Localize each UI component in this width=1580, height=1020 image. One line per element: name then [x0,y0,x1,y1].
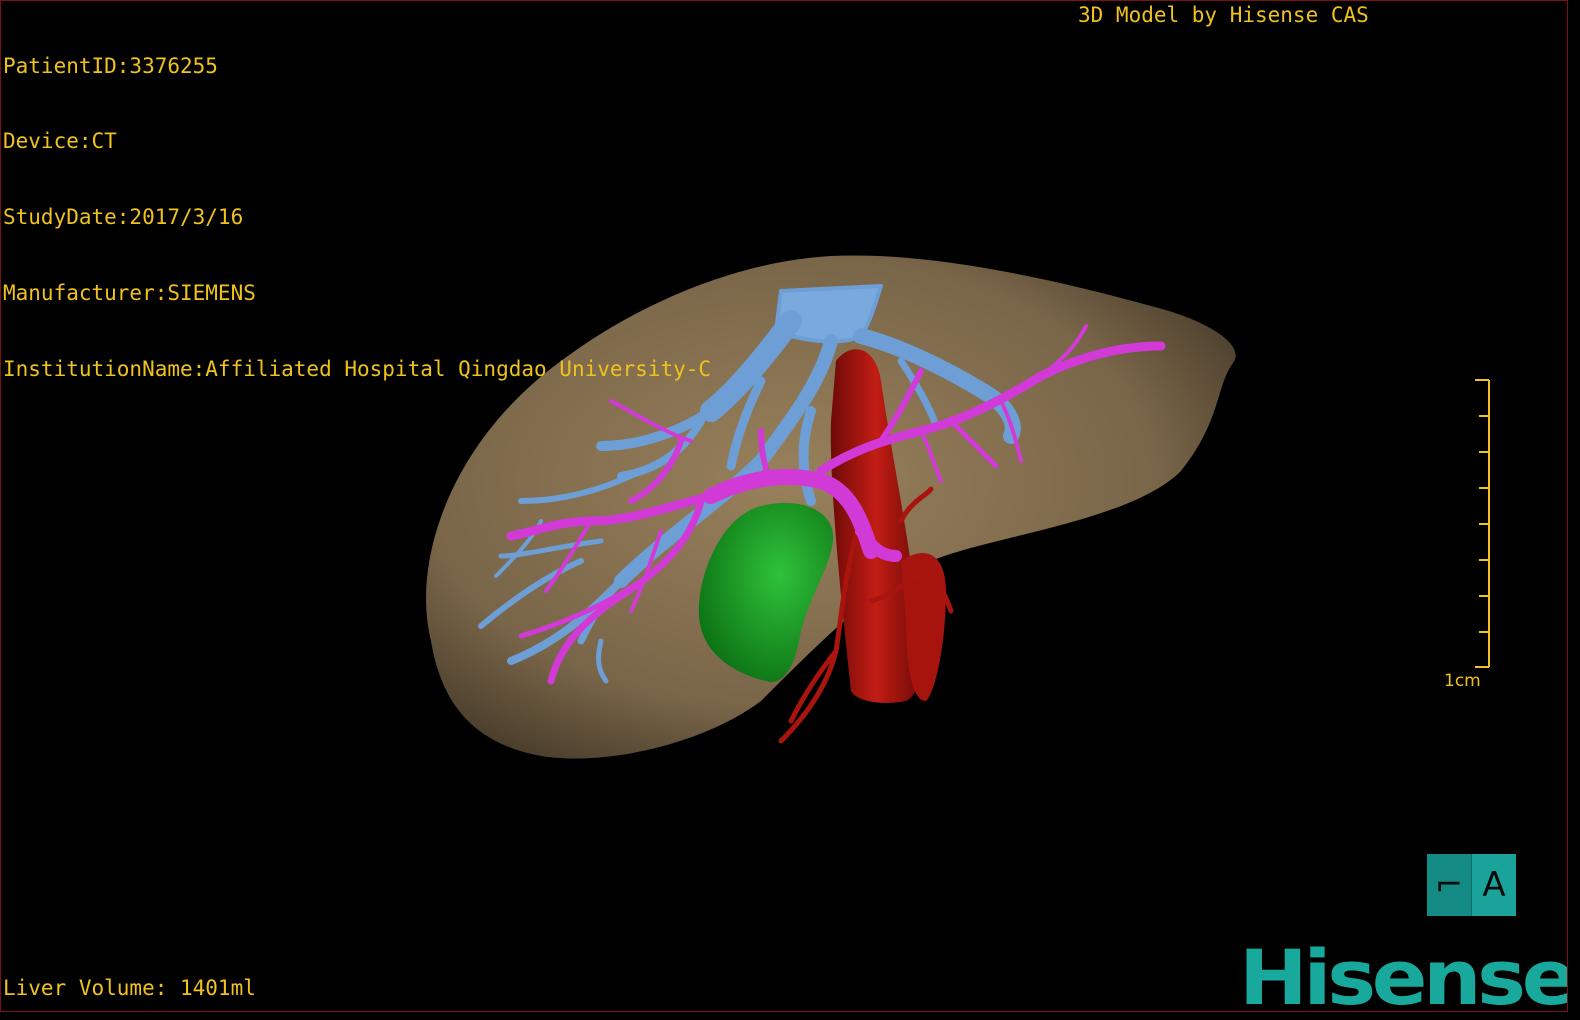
3d-view-label: A [1482,865,1506,905]
model-caption: 3D Model by Hisense CAS [1078,3,1369,27]
patient-id-text: PatientID:3376255 [3,53,218,78]
hisense-logo: Hisense [1239,933,1568,1012]
study-date-text: StudyDate:2017/3/16 [3,205,244,230]
3d-viewport[interactable]: PatientID:3376255 Device:CT StudyDate:20… [0,0,1568,1012]
view-mode-toggle[interactable]: ⌐ A [1427,854,1516,916]
manufacturer-text: Manufacturer:SIEMENS [3,281,256,306]
3d-view-button[interactable]: A [1472,854,1516,916]
institution-text: InstitutionName:Affiliated Hospital Qing… [3,357,712,382]
device-text: Device:CT [3,129,117,154]
2d-view-button[interactable]: ⌐ [1427,854,1472,916]
2d-view-icon: ⌐ [1434,865,1464,905]
liver-volume-text: Liver Volume: 1401ml [3,976,256,1000]
patient-info-overlay: PatientID:3376255 Device:CT StudyDate:20… [3,3,711,433]
scale-bar [1475,379,1490,668]
scale-bar-label: 1cm [1444,671,1481,691]
